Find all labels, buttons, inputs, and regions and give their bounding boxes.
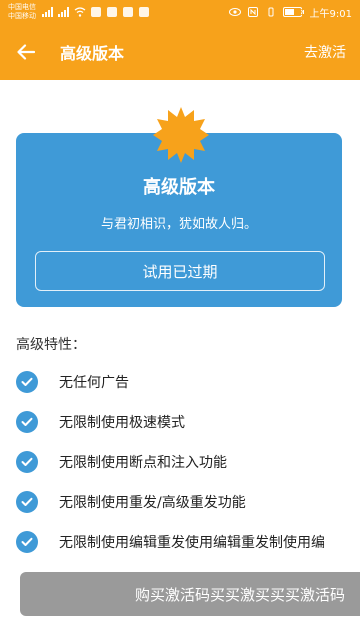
back-button[interactable]	[0, 24, 52, 80]
card-title: 高级版本	[143, 177, 215, 198]
feature-text: 无限制使用断点和注入功能	[59, 455, 227, 471]
status-icons-right: 53 上午9:01	[229, 5, 352, 20]
buy-activation-button[interactable]: 购买激活码买买激买买买激活码	[20, 572, 360, 616]
feature-item: 无任何广告	[16, 362, 360, 402]
check-icon	[16, 531, 38, 553]
carrier-info: 中国电信 中国移动	[8, 3, 36, 21]
activate-link[interactable]: 去激活	[304, 42, 346, 62]
app-notification-icon	[90, 6, 102, 18]
feature-item: 无限制使用断点和注入功能	[16, 442, 360, 482]
eye-icon	[229, 6, 242, 18]
check-icon	[16, 451, 38, 473]
feature-item: 无限制使用极速模式	[16, 402, 360, 442]
vibrate-icon	[265, 6, 277, 18]
feature-text: 无限制使用极速模式	[59, 415, 185, 431]
feature-item: 无限制使用重发/高级重发功能	[16, 482, 360, 522]
status-time: 上午9:01	[309, 8, 352, 20]
carrier-top: 中国电信	[8, 3, 36, 11]
card-subtitle: 与君初相识，犹如故人归。	[100, 217, 257, 232]
trial-expired-button[interactable]: 试用已过期	[35, 251, 325, 291]
signal-icon	[42, 6, 54, 18]
feature-text: 无任何广告	[59, 375, 129, 391]
carrier-bottom: 中国移动	[8, 12, 36, 20]
status-icons-left	[42, 6, 150, 18]
app-notification-icon-3	[122, 6, 134, 18]
check-icon	[16, 371, 38, 393]
battery-level: 53	[293, 7, 304, 17]
arrow-left-icon	[17, 44, 35, 60]
app-notification-icon-2	[106, 6, 118, 18]
sun-badge-icon	[153, 107, 209, 163]
feature-list: 无任何广告 无限制使用极速模式 无限制使用断点和注入功能 无限制使用重发/高级重…	[16, 362, 360, 562]
page-title: 高级版本	[60, 44, 125, 63]
wifi-icon	[74, 6, 86, 18]
feature-text: 无限制使用重发/高级重发功能	[59, 495, 246, 511]
status-bar: 中国电信 中国移动 53 上午9:01	[0, 0, 360, 24]
features-title: 高级特性：	[16, 337, 86, 353]
feature-text: 无限制使用编辑重发使用编辑重发制使用编	[59, 535, 325, 551]
app-bar: 高级版本 去激活	[0, 24, 360, 80]
nfc-icon	[247, 6, 259, 18]
app-notification-icon-4	[138, 6, 150, 18]
feature-item: 无限制使用编辑重发使用编辑重发制使用编	[16, 522, 360, 562]
check-icon	[16, 411, 38, 433]
check-icon	[16, 491, 38, 513]
signal-icon-2	[58, 6, 70, 18]
